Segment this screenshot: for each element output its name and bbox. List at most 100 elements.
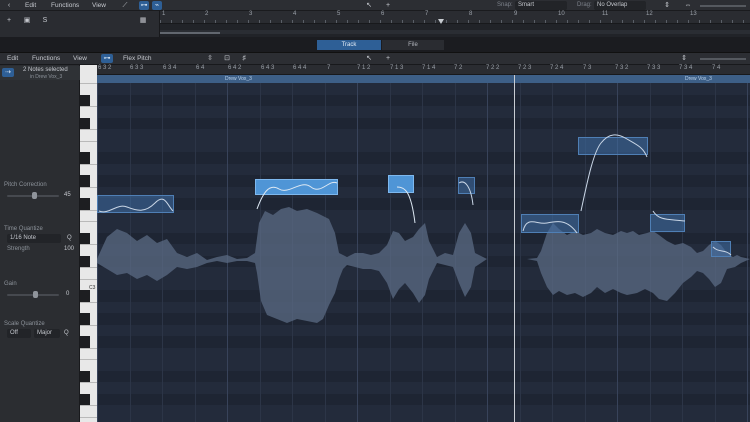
snap-select[interactable]: Smart: [515, 1, 567, 10]
editor-menu-edit[interactable]: Edit: [7, 54, 18, 63]
selection-title: 2 Notes selected: [23, 67, 68, 73]
time-quantize-label: Time Quantize: [4, 226, 43, 232]
piano-black-key: [80, 94, 90, 106]
editor-menu-functions[interactable]: Functions: [32, 54, 60, 63]
gain-knob[interactable]: [33, 291, 38, 298]
ruler-label: 7 3 4: [679, 65, 693, 71]
region-bar[interactable]: Drew Vox_3 Drew Vox_3: [97, 75, 750, 83]
solo-icon[interactable]: S: [40, 16, 50, 25]
bar-number: 9: [514, 11, 518, 17]
drag-select[interactable]: No Overlap: [594, 1, 646, 10]
zoom-vertical-icon[interactable]: ⇕: [662, 1, 672, 10]
scale-quantize-q-button[interactable]: Q: [64, 330, 69, 336]
piano-key-divider: [80, 405, 97, 406]
piano-black-key: [80, 232, 90, 244]
ruler-label: 7 2 3: [518, 65, 532, 71]
piano-black-key: [80, 290, 90, 302]
track-overview-lane: [160, 24, 750, 37]
piano-key-divider: [80, 278, 97, 280]
ruler-label: 7 3 2: [615, 65, 629, 71]
ruler-label: 7 3: [583, 65, 592, 71]
chevron-updown-icon[interactable]: ⇳: [205, 54, 215, 63]
bar-number: 11: [602, 11, 609, 17]
piano-black-key: [80, 255, 90, 267]
flex-icon[interactable]: ⊶: [139, 1, 149, 10]
time-quantize-q-button[interactable]: Q: [67, 235, 72, 241]
ruler-label: 7 2 2: [486, 65, 500, 71]
pitch-curves: [98, 134, 732, 256]
zoom-horizontal-icon[interactable]: ⇔: [683, 1, 693, 10]
crosshair-tool-icon[interactable]: +: [383, 1, 393, 10]
time-quantize-select[interactable]: 1/16 Note: [7, 234, 61, 243]
ruler-label: 7 3 3: [647, 65, 661, 71]
scale-quantize-major-select[interactable]: Major: [34, 329, 60, 338]
pitch-correction-label: Pitch Correction: [4, 182, 47, 188]
editor-zoom-vertical-icon[interactable]: ⇕: [679, 54, 689, 63]
region-name: Drew Vox_3: [225, 76, 252, 82]
scale-quantize-off-select[interactable]: Off: [7, 329, 31, 338]
editor-crosshair-icon[interactable]: +: [383, 54, 393, 63]
midi-in-icon[interactable]: ⊡: [222, 54, 232, 63]
piano-key-divider: [80, 359, 97, 360]
flex-pitch-inspector: ⇢ 2 Notes selected in Drew Vox_3 ▤ Pitch…: [0, 65, 90, 422]
zoom-slider[interactable]: [700, 5, 746, 7]
menu-view[interactable]: View: [92, 1, 106, 10]
region-name: Drew Vox_3: [685, 76, 712, 82]
catch-icon[interactable]: ⌁: [152, 1, 162, 10]
piano-key-divider: [80, 163, 97, 165]
piano-black-key: [80, 393, 90, 405]
main-toolbar: ‹ Edit Functions View ⟋ ⊶ ⌁ ↖ + Snap: Sm…: [0, 0, 750, 11]
bar-number: 1: [162, 11, 166, 17]
editor-zoom-slider[interactable]: [700, 58, 746, 60]
piano-black-key: [80, 336, 90, 348]
piano-key-divider: [80, 221, 97, 222]
piano-key-divider: [80, 129, 97, 130]
editor-pointer-icon[interactable]: ↖: [364, 54, 374, 63]
add-track-icon[interactable]: +: [4, 16, 14, 25]
ruler-label: 6 3 4: [163, 65, 177, 71]
gain-label: Gain: [4, 281, 17, 287]
piano-black-key: [80, 198, 90, 210]
calendar-icon[interactable]: ▦: [138, 16, 148, 25]
logic-flex-pitch-editor: ‹ Edit Functions View ⟋ ⊶ ⌁ ↖ + Snap: Sm…: [0, 0, 750, 422]
ruler-label: 6 4 4: [293, 65, 307, 71]
ruler-label: 6 4: [196, 65, 205, 71]
piano-key-divider: [80, 83, 97, 84]
snap-label: Snap:: [497, 2, 513, 8]
ruler-label: 6 3 2: [98, 65, 112, 71]
editor-ruler[interactable]: 6 3 2 6 3 3 6 3 4 6 4 6 4 2 6 4 3 6 4 4 …: [97, 65, 750, 75]
selection-icon: ⇢: [2, 68, 14, 77]
ruler-ticks: [160, 20, 750, 23]
editor-menu-view[interactable]: View: [73, 54, 87, 63]
tab-file[interactable]: File: [382, 40, 444, 50]
ruler-label: 7: [327, 65, 331, 71]
tuning-icon[interactable]: ♯: [239, 54, 249, 63]
bar-number: 12: [646, 11, 653, 17]
piano-key-divider: [80, 416, 97, 418]
pointer-tool-icon[interactable]: ↖: [364, 1, 374, 10]
c3-key-label: C3: [89, 285, 96, 291]
ruler-label: 6 3 3: [130, 65, 144, 71]
pitch-grid[interactable]: [97, 83, 750, 422]
menu-functions[interactable]: Functions: [51, 1, 79, 10]
strength-value[interactable]: 100: [64, 246, 74, 252]
piano-black-key: [80, 152, 90, 164]
playhead[interactable]: [514, 75, 515, 422]
ruler-label: 6 4 2: [228, 65, 242, 71]
editor-tabs: Track File: [0, 37, 750, 53]
strength-label: Strength: [7, 246, 30, 252]
ruler-label: 7 2 4: [550, 65, 564, 71]
flex-mode-icon[interactable]: ⊶: [101, 54, 113, 63]
overview-scroll[interactable]: [160, 32, 220, 34]
left-arrow-icon[interactable]: ‹: [4, 1, 14, 10]
pitch-correction-knob[interactable]: [32, 192, 37, 199]
bar-number: 4: [293, 11, 297, 17]
global-ruler[interactable]: 1 2 3 4 5 6 7 8 9 10 11 12 13: [160, 11, 750, 24]
track-icon[interactable]: ▣: [22, 16, 32, 25]
automation-icon[interactable]: ⟋: [120, 1, 130, 10]
piano-keyboard[interactable]: C3: [80, 65, 97, 422]
flex-mode-select[interactable]: Flex Pitch: [123, 54, 152, 63]
menu-edit[interactable]: Edit: [25, 1, 36, 10]
drag-label: Drag:: [577, 2, 592, 8]
tab-track[interactable]: Track: [317, 40, 381, 50]
